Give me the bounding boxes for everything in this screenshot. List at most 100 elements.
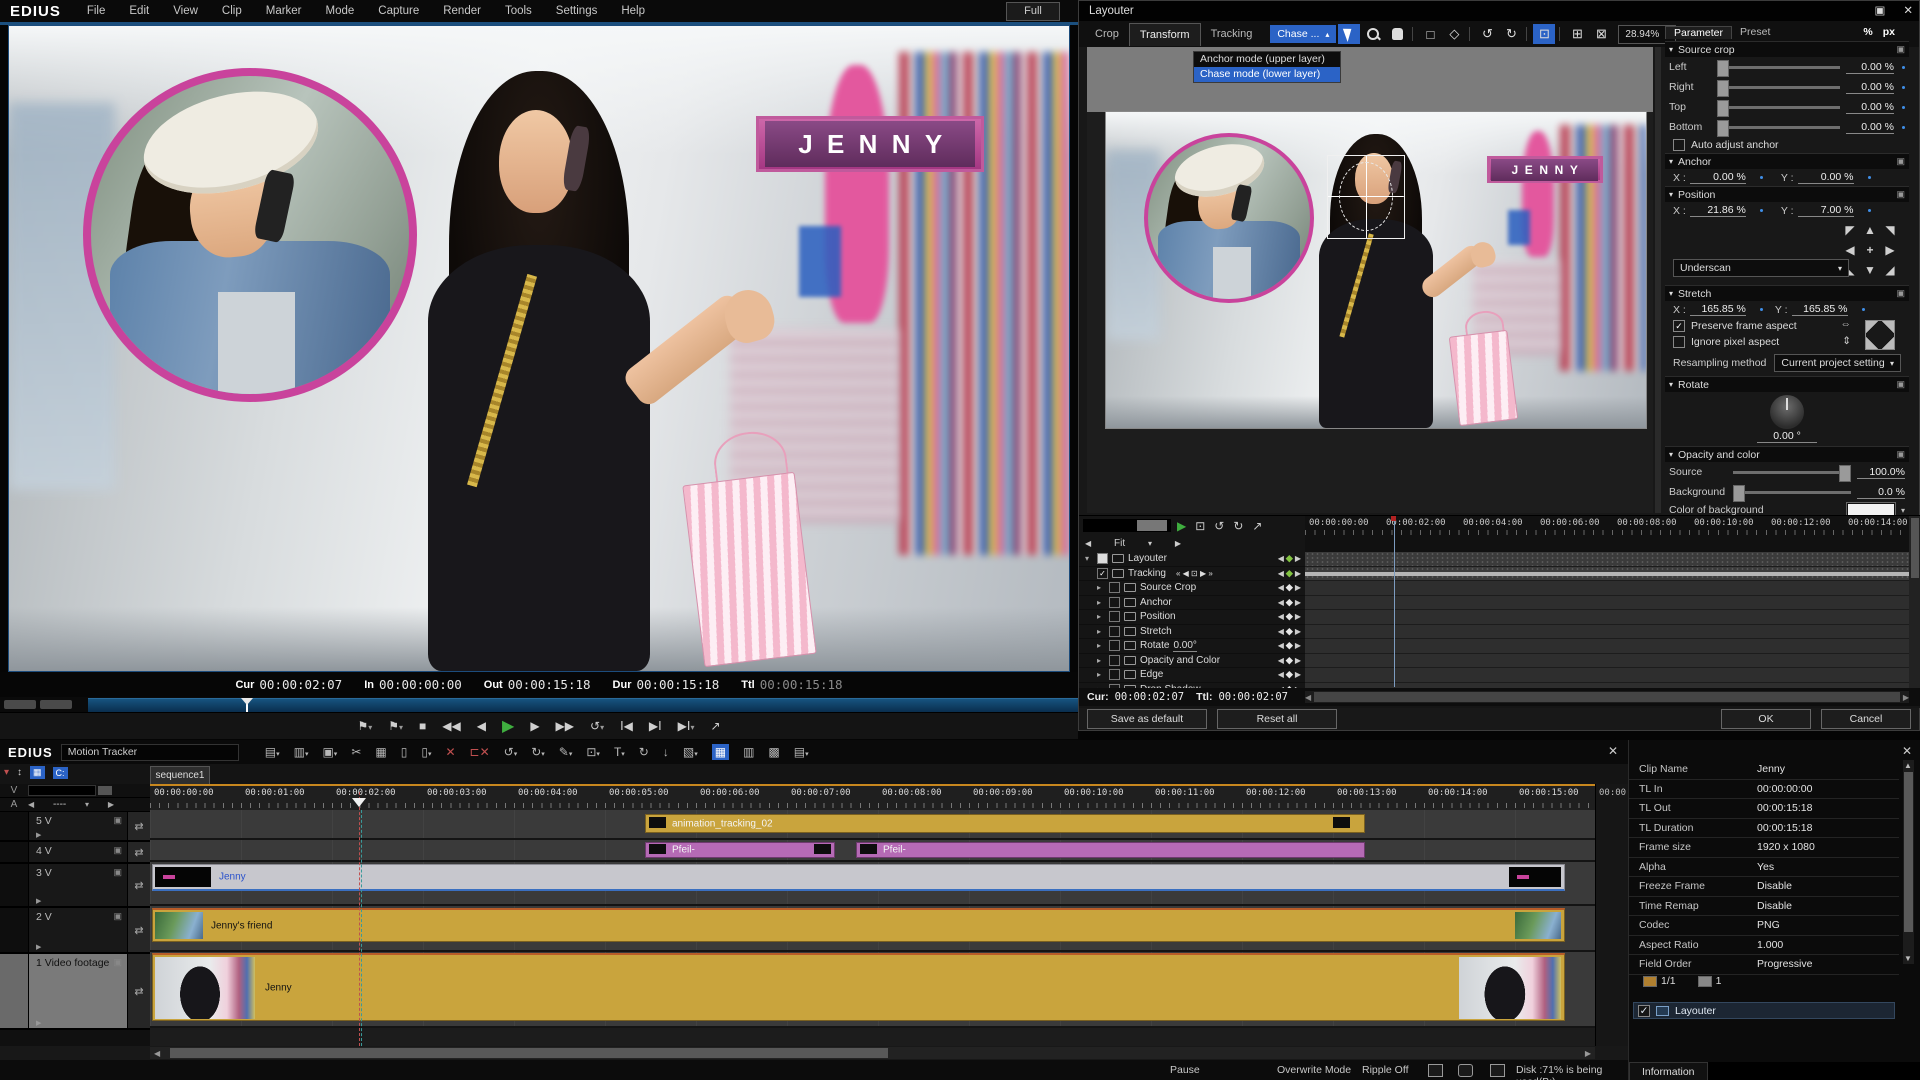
save-project-icon[interactable]: ▣▾ [322, 745, 337, 759]
layouter-playhead[interactable] [1394, 517, 1395, 687]
menu-item[interactable]: Clip [210, 0, 254, 22]
layouter-canvas[interactable]: JENNY [1087, 47, 1653, 513]
select-tool-button[interactable] [1338, 24, 1360, 44]
display-icon[interactable] [1458, 1064, 1473, 1077]
audio-patch-value[interactable]: ---- [53, 799, 66, 810]
clip-mode-icon[interactable]: C: [53, 767, 68, 779]
kf-row-anchor[interactable]: ▸ Anchor ◀◆▶ [1079, 596, 1305, 611]
scroll-down-icon[interactable]: ▼ [1904, 954, 1912, 963]
tracking-checkbox[interactable]: ✓ [1097, 568, 1108, 579]
scroll-right-icon[interactable]: ▶ [1903, 693, 1909, 702]
stretch-horizontal-icon[interactable]: ⇔ [1841, 318, 1852, 330]
menu-item[interactable]: View [161, 0, 210, 22]
menu-item[interactable]: File [75, 0, 118, 22]
move-down-right-button[interactable]: ◢ [1881, 261, 1899, 279]
patch-dd-icon[interactable]: ▾ [85, 800, 89, 809]
kf-row-stretch[interactable]: ▸ Stretch ◀◆▶ [1079, 625, 1305, 640]
crop-value[interactable]: 0.00 % [1846, 121, 1894, 134]
tab-tracking[interactable]: Tracking [1201, 23, 1263, 45]
swap-icon[interactable]: ⇄ [127, 954, 150, 1028]
background-opacity-slider[interactable] [1733, 491, 1851, 494]
patch-right-icon[interactable]: ▶ [108, 800, 114, 809]
sync-lock-icon[interactable]: ▾ [4, 767, 9, 778]
effect-row-layouter[interactable]: ✓ Layouter [1633, 1002, 1895, 1019]
new-sequence-icon[interactable]: ▤▾ [265, 745, 280, 759]
tracking-nav-buttons[interactable]: « ◀ ⊡ ▶ » [1176, 569, 1213, 578]
section-stretch[interactable]: ▾Stretch ▣ [1665, 285, 1909, 301]
lane-rotate[interactable] [1305, 639, 1909, 654]
chase-mode-dropdown[interactable]: Chase ...▴ [1270, 25, 1336, 43]
position-preset-select[interactable]: Underscan▾ [1673, 259, 1849, 277]
kf-row-rotate[interactable]: ▸ Rotate 0.00° ◀◆▶ [1079, 639, 1305, 654]
loop-playback-button[interactable]: ↺▾ [590, 719, 604, 733]
set-in-marker-button[interactable]: ⚑▾ [357, 719, 372, 733]
face-tracking-rectangle[interactable] [1327, 155, 1405, 239]
clip-jennys-friend[interactable]: Jenny's friend [152, 908, 1565, 942]
crop-value[interactable]: 0.00 % [1846, 61, 1894, 74]
keyframe-icon[interactable]: ▣ [1896, 189, 1905, 200]
ignore-pixel-aspect-checkbox[interactable] [1673, 336, 1685, 348]
crop-value[interactable]: 0.00 % [1846, 81, 1894, 94]
expand-icon[interactable]: ▶ [36, 943, 41, 951]
keyframe-redo-button[interactable]: ↻ [1233, 519, 1243, 533]
slider-handle[interactable] [1717, 100, 1729, 117]
swap-icon[interactable]: ⇄ [127, 908, 150, 952]
ok-button[interactable]: OK [1721, 709, 1811, 729]
clip-pfeil-1[interactable]: Pfeil- [645, 842, 835, 858]
crop-slider[interactable] [1717, 66, 1840, 69]
play-button[interactable]: ▶ [502, 716, 514, 736]
bookmark-icon[interactable]: ▣ [113, 911, 122, 922]
lane-stretch[interactable] [1305, 625, 1909, 640]
preserve-frame-aspect-checkbox[interactable]: ✓ [1673, 320, 1685, 332]
next-frame-button[interactable]: ▶ [530, 719, 539, 733]
move-up-left-button[interactable]: ◤ [1841, 221, 1859, 239]
section-opacity[interactable]: ▾Opacity and color ▣ [1665, 446, 1909, 462]
effect-enable-checkbox[interactable]: ✓ [1638, 1005, 1650, 1017]
fast-forward-button[interactable]: ▶▶ [556, 719, 574, 733]
tracking-target-button[interactable]: ⊡ [1533, 24, 1555, 44]
redo-button[interactable]: ↻ [1500, 24, 1522, 44]
clip-jenny-video[interactable]: Jenny [152, 953, 1565, 1021]
stretch-x-value[interactable]: 165.85 % [1690, 303, 1746, 316]
bookmark-icon[interactable]: ▣ [113, 815, 122, 826]
video-patch-box[interactable] [28, 785, 96, 796]
expand-icon[interactable]: ▶ [36, 831, 41, 839]
rotate-knob[interactable] [1770, 395, 1804, 429]
snap-mode-icon[interactable]: ▦ [30, 766, 45, 779]
scroll-left-icon[interactable]: ◀ [154, 1049, 160, 1058]
expand-icon[interactable]: ▶ [36, 897, 41, 905]
undo-icon[interactable]: ↺▾ [504, 745, 518, 759]
add-marker-icon[interactable]: ✎▾ [559, 745, 573, 759]
menu-item[interactable]: Mode [314, 0, 367, 22]
stretch-corner-icon[interactable] [1865, 320, 1895, 350]
monitor-icon[interactable] [1428, 1064, 1443, 1077]
video-patch-row[interactable]: V [0, 784, 150, 798]
track-lane-4v[interactable]: Pfeil- Pfeil- [150, 840, 1595, 862]
swap-icon[interactable]: ⇄ [127, 812, 150, 840]
scroll-thumb[interactable] [1904, 772, 1913, 932]
lane-source-crop[interactable] [1305, 581, 1909, 596]
kf-row-layouter[interactable]: ▾ Layouter ◀◆▶ [1079, 552, 1305, 567]
menu-item[interactable]: Edit [117, 0, 161, 22]
expand-icon[interactable]: ▶ [36, 1019, 41, 1027]
previous-frame-button[interactable]: ◀ [477, 719, 486, 733]
patch-left-icon[interactable]: ◀ [28, 800, 34, 809]
undo-button[interactable]: ↺ [1476, 24, 1498, 44]
tracker-close-icon[interactable]: ✕ [1608, 744, 1618, 758]
sequence-tab[interactable]: sequence1 [150, 766, 210, 784]
scroll-left-icon[interactable]: ◀ [1305, 693, 1311, 702]
list-view-icon[interactable]: ▤▾ [794, 745, 809, 759]
tab-crop[interactable]: Crop [1085, 23, 1129, 45]
menu-item[interactable]: Help [609, 0, 657, 22]
timeline-playhead-marker[interactable] [352, 798, 366, 814]
track-header-4v[interactable]: 4 V ▣ ⇄ [0, 842, 150, 864]
slider-handle[interactable] [1733, 485, 1745, 502]
kf-row-source-crop[interactable]: ▸ Source Crop ◀◆▶ [1079, 581, 1305, 596]
timeline-view-icon[interactable]: ▦ [712, 744, 729, 760]
move-center-button[interactable]: + [1861, 241, 1879, 259]
track-header-1v[interactable]: 1 Video footage ▣ ▶ ⇄ [0, 954, 150, 1030]
auto-adjust-anchor-checkbox[interactable] [1673, 139, 1685, 151]
canvas-vertical-scrollbar[interactable] [1655, 47, 1661, 513]
layers-icon[interactable] [1698, 976, 1712, 987]
background-color-swatch[interactable] [1847, 503, 1895, 515]
